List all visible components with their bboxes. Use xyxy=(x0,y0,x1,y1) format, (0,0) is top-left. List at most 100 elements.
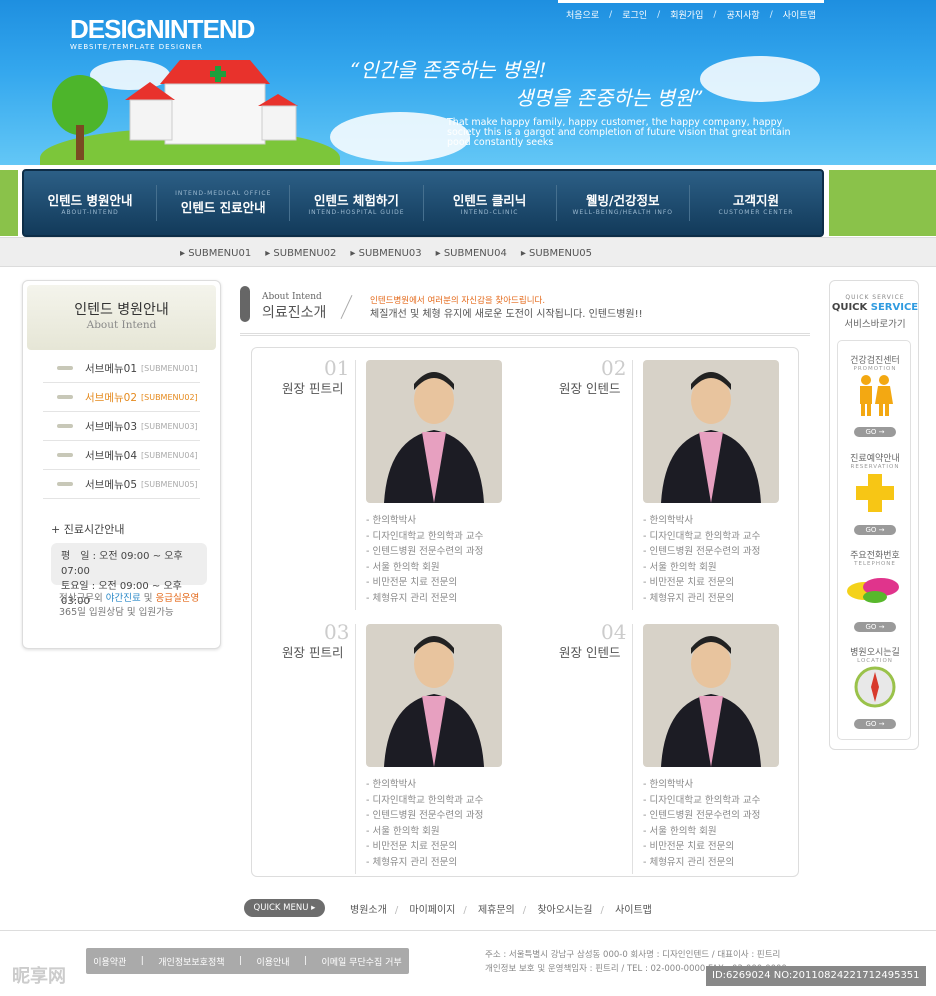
quick-link-partner[interactable]: 제휴문의 xyxy=(478,905,515,916)
footer-link-privacy[interactable]: 개인정보보호정책 xyxy=(158,955,224,968)
profile-item: - 한의학박사 xyxy=(643,515,694,526)
sidebar-item-label: 서브메뉴02 xyxy=(85,391,138,404)
bullet xyxy=(57,395,73,399)
quick-service-panel: QUICK SERVICE QUICK SERVICE 서비스바로가기 건강검진… xyxy=(829,280,919,750)
doctor-illustration-icon xyxy=(661,636,761,767)
submenu-item[interactable]: ▸ SUBMENU04 xyxy=(436,248,507,259)
page-title: 의료진소개 xyxy=(262,305,327,321)
slogan-line2: 생명을 존중하는 병원” xyxy=(515,86,704,110)
tree-icon xyxy=(52,75,108,160)
quick-item-reservation[interactable]: 진료예약안내 RESERVATION GO → xyxy=(838,451,912,535)
doctor-illustration-icon xyxy=(384,636,484,767)
sidebar-item-en: [SUBMENU04] xyxy=(141,450,198,460)
sidebar-item-label: 서브메뉴04 xyxy=(85,449,138,462)
submenu-item[interactable]: ▸ SUBMENU05 xyxy=(521,248,592,259)
hours-note: 정상근무외 야간진료 및 응급실운영 365일 입원상담 및 입원가능 xyxy=(59,592,199,620)
quick-link-mypage[interactable]: 마이페이지 xyxy=(409,905,455,916)
profile-item: - 디자인대학교 한의학과 교수 xyxy=(643,530,761,542)
go-button[interactable]: GO → xyxy=(854,525,896,535)
sidebar-item-01[interactable]: 서브메뉴01 [SUBMENU01] xyxy=(43,354,200,383)
submenu-label: SUBMENU05 xyxy=(529,248,593,259)
gnb-about[interactable]: 인텐드 병원안내 ABOUT-INTEND xyxy=(24,185,158,221)
divider: / xyxy=(600,905,604,916)
profile-card: 03 원장 핀트리 - 한의학박사 - 디자인대학교 한의학과 교수 - 인텐드… xyxy=(252,612,512,874)
sidebar-item-05[interactable]: 서브메뉴05 [SUBMENU05] xyxy=(43,470,200,499)
gnb-experience[interactable]: 인텐드 체험하기 INTEND-HOSPITAL GUIDE xyxy=(290,185,424,221)
quick-menu-button[interactable]: QUICK MENU ▸ xyxy=(244,899,325,917)
tagline: That make happy family, happy customer, … xyxy=(447,117,791,148)
gnb-clinic[interactable]: 인텐드 클리닉 INTEND-CLINIC xyxy=(424,185,557,221)
footer-link-terms[interactable]: 이용약관 xyxy=(93,955,126,968)
profile-name: 원장 핀트리 xyxy=(282,645,344,660)
divider: | xyxy=(238,956,242,966)
profile-num: 01 xyxy=(324,356,350,380)
doctor-photo xyxy=(643,624,779,767)
gnb-label: 인텐드 병원안내 xyxy=(47,193,133,208)
top-nav-home[interactable]: 처음으로 xyxy=(566,8,599,21)
cloud xyxy=(700,56,820,102)
profile-num: 03 xyxy=(324,620,350,644)
people-icon xyxy=(860,375,893,416)
quick-link-about[interactable]: 병원소개 xyxy=(350,905,387,916)
profile-num: 04 xyxy=(601,620,627,644)
gnb-customer[interactable]: 고객지원 CUSTOMER CENTER xyxy=(690,185,822,221)
gnb-sub: WELL-BEING/HEALTH INFO xyxy=(572,209,674,216)
site-logo[interactable]: DESIGNINTEND WEBSITE/TEMPLATE DESIGNER xyxy=(70,14,255,51)
profile-item: - 서울 한의학 회원 xyxy=(643,561,717,573)
submenu-label: SUBMENU04 xyxy=(443,248,507,259)
profile-item: - 서울 한의학 회원 xyxy=(366,825,440,837)
quick-item-promotion[interactable]: 건강검진센터 PROMOTION GO → xyxy=(838,353,912,437)
submenu-label: SUBMENU02 xyxy=(273,248,337,259)
profile-list: - 한의학박사 - 디자인대학교 한의학과 교수 - 인텐드병원 전문수련의 과… xyxy=(643,512,760,605)
top-nav-login[interactable]: 로그인 xyxy=(622,8,647,21)
divider: / xyxy=(657,9,661,20)
medical-cross-icon xyxy=(856,474,894,512)
quick-item-location[interactable]: 병원오시는길 LOCATION GO → xyxy=(838,645,912,729)
profile-item: - 디자인대학교 한의학과 교수 xyxy=(366,530,484,542)
top-nav-sitemap[interactable]: 사이트맵 xyxy=(783,8,816,21)
gnb-medical[interactable]: INTEND-MEDICAL OFFICE 인텐드 진료안내 xyxy=(157,185,291,221)
submenu-item[interactable]: ▸ SUBMENU01 xyxy=(180,248,251,259)
submenu-item[interactable]: ▸ SUBMENU02 xyxy=(265,248,336,259)
divider: / xyxy=(769,9,773,20)
profile-item: - 체형유지 관리 전문의 xyxy=(643,592,735,604)
go-button[interactable]: GO → xyxy=(854,427,896,437)
quick-list: 건강검진센터 PROMOTION GO → 진료예약안내 RESERVATION… xyxy=(837,340,911,740)
footer-link-guide[interactable]: 이용안내 xyxy=(256,955,289,968)
doctor-illustration-icon xyxy=(384,372,484,503)
sidebar-item-02[interactable]: 서브메뉴02 [SUBMENU02] xyxy=(43,383,200,412)
sidebar-item-en: [SUBMENU01] xyxy=(141,363,198,373)
quick-item-telephone[interactable]: 주요전화번호 TELEPHONE GO → xyxy=(838,548,912,632)
profile-item: - 체형유지 관리 전문의 xyxy=(366,592,458,604)
submenu-item[interactable]: ▸ SUBMENU03 xyxy=(350,248,421,259)
go-button[interactable]: GO → xyxy=(854,622,896,632)
profile-item: - 비만전문 치료 전문의 xyxy=(643,577,735,588)
quick-item-label: 병원오시는길 xyxy=(850,648,900,658)
go-button[interactable]: GO → xyxy=(854,719,896,729)
quick-link-location[interactable]: 찾아오시는길 xyxy=(537,905,592,916)
top-nav-notice[interactable]: 공지사항 xyxy=(727,8,760,21)
divider: / xyxy=(463,905,467,916)
footer-link-email[interactable]: 이메일 무단수집 거부 xyxy=(321,955,401,968)
gnb-label: 인텐드 클리닉 xyxy=(452,193,527,208)
bullet xyxy=(57,482,73,486)
hours-box: 평 일 : 오전 09:00 ~ 오후 07:00 토요일 : 오전 09:00… xyxy=(51,543,207,607)
top-nav-join[interactable]: 회원가입 xyxy=(670,8,703,21)
sidebar-menu: 서브메뉴01 [SUBMENU01] 서브메뉴02 [SUBMENU02] 서브메뉴… xyxy=(23,354,220,499)
grass-left xyxy=(0,170,18,236)
divider: | xyxy=(140,956,144,966)
sidebar-title: 인텐드 병원안내 xyxy=(74,302,169,318)
doctor-photo xyxy=(643,360,779,503)
sidebar-item-label: 서브메뉴05 xyxy=(85,478,138,491)
note-text: 정상근무외 xyxy=(59,593,106,604)
divider xyxy=(340,295,353,319)
title-pill-icon xyxy=(240,286,250,322)
profile-item: - 한의학박사 xyxy=(643,779,694,790)
sidebar-item-03[interactable]: 서브메뉴03 [SUBMENU03] xyxy=(43,412,200,441)
sidebar-item-04[interactable]: 서브메뉴04 [SUBMENU04] xyxy=(43,441,200,470)
page-title-en: About Intend xyxy=(262,292,322,302)
note-night: 야간진료 xyxy=(105,593,141,604)
gnb-health[interactable]: 웰빙/건강정보 WELL-BEING/HEALTH INFO xyxy=(557,185,690,221)
quick-link-sitemap[interactable]: 사이트맵 xyxy=(615,905,652,916)
bullet xyxy=(57,453,73,457)
